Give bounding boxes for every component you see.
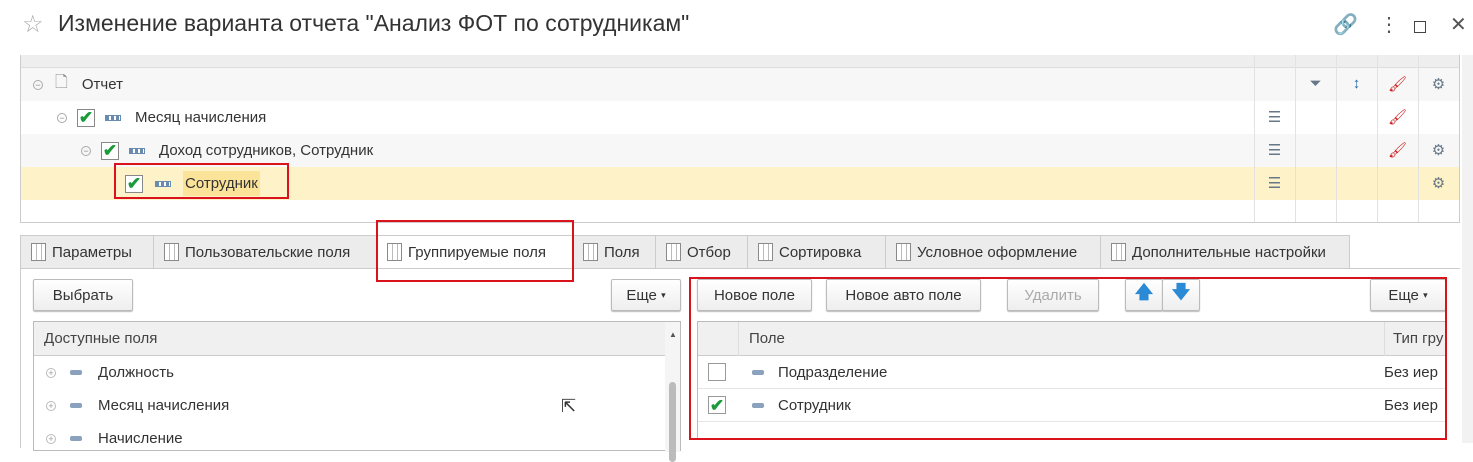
window-title: Изменение варианта отчета "Анализ ФОТ по…: [58, 10, 690, 36]
fields-icon[interactable]: ☰: [1254, 174, 1295, 192]
expand-icon[interactable]: +: [46, 367, 56, 378]
grouping-icon: [129, 147, 145, 154]
more-button-left[interactable]: Еще ▾: [611, 279, 681, 311]
tree-row-label: Отчет: [81, 76, 123, 93]
sort-icon[interactable]: ↕: [1336, 75, 1377, 92]
filter-icon[interactable]: ⏷: [1295, 75, 1336, 92]
available-fields-list: Доступные поля + Должность + Месяц начисле…: [33, 321, 681, 462]
document-icon: 🗋: [55, 74, 68, 91]
close-icon[interactable]: ✕: [1450, 12, 1467, 37]
collapse-icon[interactable]: −: [57, 112, 67, 123]
tab-label: Сортировка: [779, 243, 862, 261]
select-button[interactable]: Выбрать: [33, 279, 133, 311]
checkbox[interactable]: ✔: [101, 141, 119, 160]
fields-icon[interactable]: ☰: [1254, 141, 1295, 159]
sort-icon: [758, 243, 773, 261]
tab-conditional-format[interactable]: Условное оформление: [885, 235, 1101, 269]
more-menu-icon[interactable]: ⋮: [1379, 12, 1399, 37]
grouping-icon: [105, 114, 121, 121]
tab-bar: Параметры Пользовательские поля Группиру…: [20, 235, 1350, 269]
scrollbar[interactable]: ▲: [665, 322, 680, 462]
list-item[interactable]: + Должность: [34, 356, 680, 389]
field-icon: [70, 436, 82, 441]
expand-icon[interactable]: +: [46, 400, 56, 411]
tree-row[interactable]: − 🗋 Отчет: [21, 68, 1459, 101]
tab-label: Дополнительные настройки: [1132, 243, 1326, 261]
list-item[interactable]: + Месяц начисления: [34, 389, 680, 422]
more-label: Еще: [626, 286, 657, 304]
item-label: Должность: [98, 364, 174, 381]
conditional-format-icon: [896, 243, 911, 261]
expand-icon[interactable]: +: [46, 433, 56, 444]
field-icon: [70, 403, 82, 408]
checkbox[interactable]: ✔: [77, 108, 95, 127]
available-fields-header: Доступные поля: [34, 322, 680, 356]
filter-icon: [666, 243, 681, 261]
tab-filter[interactable]: Отбор: [655, 235, 748, 269]
window-scrollbar[interactable]: [1462, 55, 1473, 443]
field-icon: [70, 370, 82, 375]
tab-label: Пользовательские поля: [185, 243, 351, 261]
conditional-format-icon[interactable]: 🖌: [1377, 108, 1418, 126]
settings-icon[interactable]: ⚙: [1418, 141, 1459, 159]
tree-header: [21, 55, 1459, 68]
user-fields-icon: [164, 243, 179, 261]
conditional-format-icon[interactable]: 🖌: [1377, 75, 1418, 93]
tab-additional-settings[interactable]: Дополнительные настройки: [1100, 235, 1350, 269]
list-item[interactable]: + Начисление: [34, 422, 680, 455]
link-icon[interactable]: 🔗: [1333, 12, 1358, 37]
collapse-icon[interactable]: −: [81, 145, 91, 156]
item-label: Месяц начисления: [98, 397, 230, 414]
settings-icon[interactable]: ⚙: [1418, 174, 1459, 192]
settings-icon: [1111, 243, 1126, 261]
tree-row-label: Месяц начисления: [135, 109, 267, 126]
collapse-icon[interactable]: −: [33, 79, 43, 90]
tree-row[interactable]: − ✔ Месяц начисления: [21, 101, 1459, 134]
fields-icon: [583, 243, 598, 261]
tree-row-label: Доход сотрудников, Сотрудник: [159, 142, 374, 159]
fields-icon[interactable]: ☰: [1254, 108, 1295, 126]
settings-icon[interactable]: ⚙: [1418, 75, 1459, 93]
tab-label: Отбор: [687, 243, 731, 261]
tab-label: Поля: [604, 243, 640, 261]
favorite-star-icon[interactable]: ☆: [22, 10, 44, 39]
tab-parameters[interactable]: Параметры: [20, 235, 154, 269]
tab-label: Параметры: [52, 243, 132, 261]
tab-user-fields[interactable]: Пользовательские поля: [153, 235, 377, 269]
tab-label: Условное оформление: [917, 243, 1078, 261]
highlight-box: [689, 277, 1447, 440]
mouse-cursor-icon: ⇱: [561, 396, 577, 416]
highlight-box: [114, 163, 289, 199]
tab-fields[interactable]: Поля: [572, 235, 656, 269]
tab-sorting[interactable]: Сортировка: [747, 235, 886, 269]
parameters-icon: [31, 243, 46, 261]
conditional-format-icon[interactable]: 🖌: [1377, 141, 1418, 159]
maximize-icon[interactable]: [1414, 21, 1426, 33]
highlight-box: [376, 220, 574, 282]
item-label: Начисление: [98, 430, 183, 447]
